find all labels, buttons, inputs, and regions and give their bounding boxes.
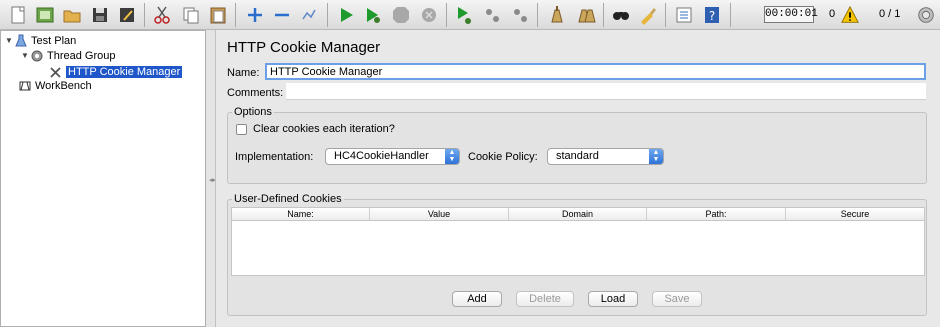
comments-label: Comments: <box>227 87 284 99</box>
cookie-policy-label: Cookie Policy: <box>468 151 538 163</box>
cookie-policy-value: standard <box>556 150 599 162</box>
test-plan-tree[interactable]: ▼ Test Plan ▼ Thread Group HTTP Cookie M… <box>0 30 206 327</box>
tree-node-cookie-manager[interactable]: HTTP Cookie Manager <box>49 64 183 79</box>
svg-text:?: ? <box>709 9 715 23</box>
tools-icon <box>49 65 63 79</box>
expand-arrow-icon[interactable]: ▼ <box>4 36 14 45</box>
options-group: Options <box>227 106 927 184</box>
help-icon[interactable]: ? <box>701 4 723 26</box>
save-button[interactable]: Save <box>652 291 702 307</box>
name-field[interactable] <box>265 63 926 80</box>
start-icon[interactable] <box>335 4 357 26</box>
shutdown-icon[interactable] <box>418 4 440 26</box>
cookie-policy-select[interactable]: standard ▲ ▼ <box>547 148 664 165</box>
toggle-icon[interactable] <box>298 4 320 26</box>
cut-icon[interactable] <box>151 4 173 26</box>
remote-start-icon[interactable] <box>453 4 475 26</box>
tree-label: Thread Group <box>47 49 116 62</box>
toolbar: ? 00:00:01 0 0 / 1 <box>0 0 940 30</box>
element-panel: HTTP Cookie Manager Name: Comments: Opti… <box>215 30 940 327</box>
tree-node-thread-group[interactable]: ▼ Thread Group <box>20 48 115 63</box>
copy-icon[interactable] <box>180 4 202 26</box>
clear-icon[interactable] <box>546 4 568 26</box>
save-as-icon[interactable] <box>116 4 138 26</box>
tree-node-test-plan[interactable]: ▼ Test Plan <box>4 33 76 48</box>
comments-field[interactable] <box>286 83 926 100</box>
options-legend: Options <box>234 106 272 118</box>
search-icon[interactable] <box>610 4 632 26</box>
workbench-icon <box>18 79 32 93</box>
start-no-pauses-icon[interactable] <box>362 4 384 26</box>
panel-title: HTTP Cookie Manager <box>227 39 381 56</box>
tree-label-selected: HTTP Cookie Manager <box>66 65 183 78</box>
new-icon[interactable] <box>7 4 29 26</box>
templates-icon[interactable] <box>34 4 56 26</box>
open-icon[interactable] <box>61 4 83 26</box>
status-indicator-icon <box>916 5 936 25</box>
error-count: 0 <box>829 8 836 20</box>
paste-icon[interactable] <box>207 4 229 26</box>
reset-search-icon[interactable] <box>637 4 659 26</box>
udc-legend: User-Defined Cookies <box>234 193 342 205</box>
expand-icon[interactable] <box>244 4 266 26</box>
tree-label: Test Plan <box>31 34 77 47</box>
clear-cookies-option[interactable]: Clear cookies each iteration? <box>236 123 395 135</box>
stop-icon[interactable] <box>390 4 412 26</box>
column-header-path[interactable]: Path: <box>647 208 786 220</box>
cookies-table[interactable]: Name: Value Domain Path: Secure <box>231 207 925 276</box>
name-label: Name: <box>227 67 260 79</box>
clear-cookies-label: Clear cookies each iteration? <box>253 123 395 135</box>
implementation-select[interactable]: HC4CookieHandler ▲ ▼ <box>325 148 460 165</box>
column-header-name[interactable]: Name: <box>232 208 370 220</box>
function-helper-icon[interactable] <box>673 4 695 26</box>
implementation-label: Implementation: <box>235 151 314 163</box>
warning-icon[interactable] <box>840 5 860 25</box>
clear-cookies-checkbox[interactable] <box>236 123 247 135</box>
add-button[interactable]: Add <box>452 291 502 307</box>
delete-button[interactable]: Delete <box>516 291 574 307</box>
tree-node-workbench[interactable]: WorkBench <box>18 78 92 93</box>
clear-all-icon[interactable] <box>575 4 597 26</box>
column-header-domain[interactable]: Domain <box>509 208 647 220</box>
tree-label: WorkBench <box>35 79 92 92</box>
remote-shutdown-icon[interactable] <box>509 4 531 26</box>
select-arrows-icon: ▲ ▼ <box>649 149 663 164</box>
expand-arrow-icon[interactable]: ▼ <box>20 51 30 60</box>
column-header-value[interactable]: Value <box>370 208 509 220</box>
split-divider[interactable]: ◂▸ <box>206 30 216 327</box>
save-icon[interactable] <box>89 4 111 26</box>
elapsed-timer: 00:00:01 <box>764 6 818 23</box>
thread-count: 0 / 1 <box>879 8 901 20</box>
column-header-secure[interactable]: Secure <box>786 208 924 220</box>
collapse-icon[interactable] <box>271 4 293 26</box>
table-header: Name: Value Domain Path: Secure <box>232 208 924 221</box>
remote-stop-icon[interactable] <box>481 4 503 26</box>
gear-icon <box>30 49 44 63</box>
flask-icon <box>14 34 28 48</box>
select-arrows-icon: ▲ ▼ <box>445 149 459 164</box>
load-button[interactable]: Load <box>588 291 638 307</box>
implementation-value: HC4CookieHandler <box>334 150 429 162</box>
